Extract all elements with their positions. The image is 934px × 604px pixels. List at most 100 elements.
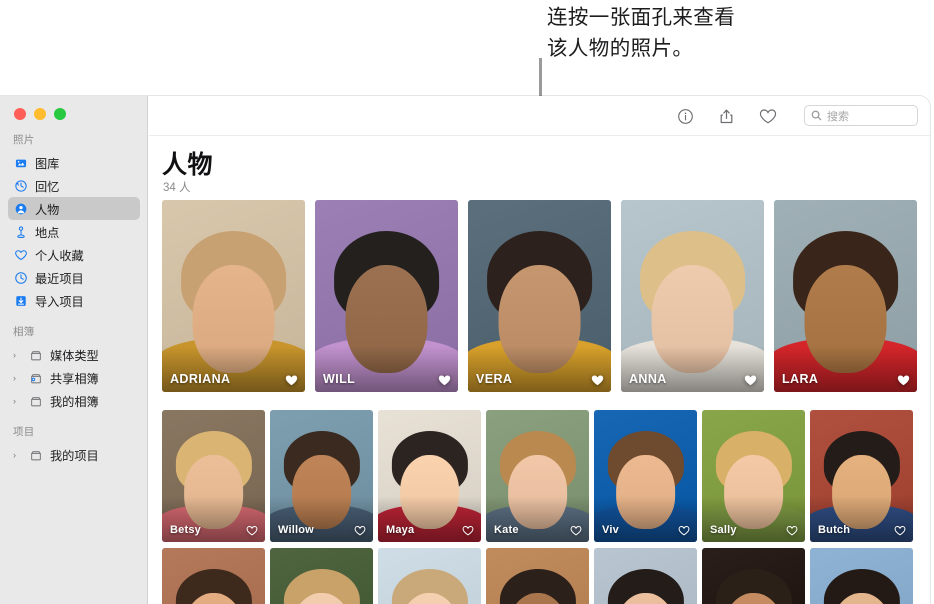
person-name: LARA [782, 372, 819, 386]
heart-filled-icon[interactable] [438, 374, 451, 386]
person-name: Kate [494, 524, 519, 536]
heart-outline-icon[interactable] [246, 525, 258, 536]
people-count: 34 人 [163, 182, 191, 194]
person-tile[interactable]: ADRIANA [162, 200, 305, 392]
sidebar-section-header: 相簿 [13, 326, 35, 338]
album-icon [28, 393, 43, 408]
person-name: WILL [323, 372, 356, 386]
sidebar-list: 图库回忆 人物地点个人收藏最近项目导入项目 [0, 151, 148, 312]
person-name: Sally [710, 524, 737, 536]
sidebar-item-label: 个人收藏 [35, 248, 84, 263]
sidebar-item-个人收藏[interactable]: 个人收藏 [8, 243, 140, 266]
person-tile[interactable] [378, 548, 481, 604]
album-icon [28, 447, 43, 462]
person-tile[interactable] [270, 548, 373, 604]
window-traffic-lights[interactable] [14, 108, 66, 120]
sidebar-list: › 媒体类型 › 共享相簿 › 我的相簿 [0, 343, 148, 412]
sidebar-item-回忆[interactable]: 回忆 [8, 174, 140, 197]
person-tile[interactable]: Butch [810, 410, 913, 542]
sidebar: 照片 图库 回忆 人物 地点 个人收藏 最近项目 导入项目 相簿 › 媒体类型 › 共享相簿 › 我的相簿项… [0, 96, 148, 604]
photos-app-window: 照片 图库 回忆 人物 地点 个人收藏 最近项目 导入项目 相簿 › 媒体类型 › 共享相簿 › 我的相簿项… [0, 96, 930, 604]
person-tile[interactable]: Willow [270, 410, 373, 542]
heart-filled-icon[interactable] [591, 374, 604, 386]
chevron-right-icon[interactable]: › [13, 450, 21, 460]
sidebar-item-导入项目[interactable]: 导入项目 [8, 289, 140, 312]
heart-filled-icon[interactable] [285, 374, 298, 386]
person-tile[interactable]: Sally [702, 410, 805, 542]
person-name: Betsy [170, 524, 201, 536]
content-area: 人物 34 人 ADRIANA WILL VERA ANNA LARA Betsy Will… [149, 137, 930, 604]
sidebar-section-header: 项目 [13, 426, 35, 438]
info-button[interactable] [675, 106, 696, 127]
heart-outline-icon[interactable] [570, 525, 582, 536]
person-tile[interactable] [594, 548, 697, 604]
person-tile[interactable]: ANNA [621, 200, 764, 392]
search-field[interactable]: 搜索 [804, 105, 918, 126]
person-photo [378, 548, 481, 604]
zoom-button[interactable] [54, 108, 66, 120]
sidebar-section-header: 照片 [13, 134, 35, 146]
heart-filled-icon[interactable] [744, 374, 757, 386]
person-tile[interactable]: VERA [468, 200, 611, 392]
close-button[interactable] [14, 108, 26, 120]
sidebar-item-地点[interactable]: 地点 [8, 220, 140, 243]
person-tile[interactable]: LARA [774, 200, 917, 392]
person-photo [702, 548, 805, 604]
photos-library-icon [13, 155, 28, 170]
sidebar-item-图库[interactable]: 图库 [8, 151, 140, 174]
person-tile[interactable] [702, 548, 805, 604]
heart-outline-icon[interactable] [894, 525, 906, 536]
chevron-right-icon[interactable]: › [13, 373, 21, 383]
person-photo [270, 548, 373, 604]
person-tile[interactable]: Maya [378, 410, 481, 542]
heart-filled-icon[interactable] [897, 374, 910, 386]
person-photo [162, 548, 265, 604]
chevron-right-icon[interactable]: › [13, 350, 21, 360]
heart-outline-icon[interactable] [462, 525, 474, 536]
sidebar-item-共享相簿[interactable]: › 共享相簿 [8, 366, 140, 389]
toolbar: 搜索 [149, 96, 930, 136]
person-tile[interactable]: Viv [594, 410, 697, 542]
sidebar-item-我的项目[interactable]: › 我的项目 [8, 443, 140, 466]
person-name: Willow [278, 524, 314, 536]
person-tile[interactable]: Kate [486, 410, 589, 542]
person-name: Viv [602, 524, 619, 536]
sidebar-item-label: 地点 [35, 225, 60, 240]
heart-outline-icon[interactable] [678, 525, 690, 536]
chevron-right-icon[interactable]: › [13, 396, 21, 406]
people-row-3 [162, 548, 913, 604]
person-photo [810, 548, 913, 604]
person-tile[interactable]: WILL [315, 200, 458, 392]
shared-album-icon [28, 370, 43, 385]
minimize-button[interactable] [34, 108, 46, 120]
heart-icon [13, 247, 28, 262]
search-placeholder: 搜索 [827, 110, 849, 123]
import-icon [13, 293, 28, 308]
heart-outline-icon[interactable] [354, 525, 366, 536]
person-name: Maya [386, 524, 415, 536]
sidebar-item-label: 图库 [35, 156, 60, 171]
sidebar-list: › 我的项目 [0, 443, 148, 466]
sidebar-item-最近项目[interactable]: 最近项目 [8, 266, 140, 289]
search-icon [811, 110, 822, 121]
sidebar-item-label: 最近项目 [35, 271, 84, 286]
person-tile[interactable]: Betsy [162, 410, 265, 542]
places-pin-icon [13, 224, 28, 239]
page-title: 人物 [162, 151, 214, 179]
heart-outline-icon[interactable] [786, 525, 798, 536]
people-icon [13, 201, 28, 216]
person-tile[interactable] [162, 548, 265, 604]
sidebar-item-label: 我的相簿 [50, 394, 99, 409]
sidebar-item-媒体类型[interactable]: › 媒体类型 [8, 343, 140, 366]
sidebar-item-我的相簿[interactable]: › 我的相簿 [8, 389, 140, 412]
person-name: ANNA [629, 372, 667, 386]
favorite-button[interactable] [757, 106, 778, 127]
album-icon [28, 347, 43, 362]
person-tile[interactable] [486, 548, 589, 604]
callout-text: 连按一张面孔来查看 该人物的照片。 [547, 6, 736, 60]
sidebar-item-人物[interactable]: 人物 [8, 197, 140, 220]
share-button[interactable] [716, 106, 737, 127]
person-name: VERA [476, 372, 513, 386]
featured-people-row: ADRIANA WILL VERA ANNA LARA [162, 200, 917, 392]
person-tile[interactable] [810, 548, 913, 604]
